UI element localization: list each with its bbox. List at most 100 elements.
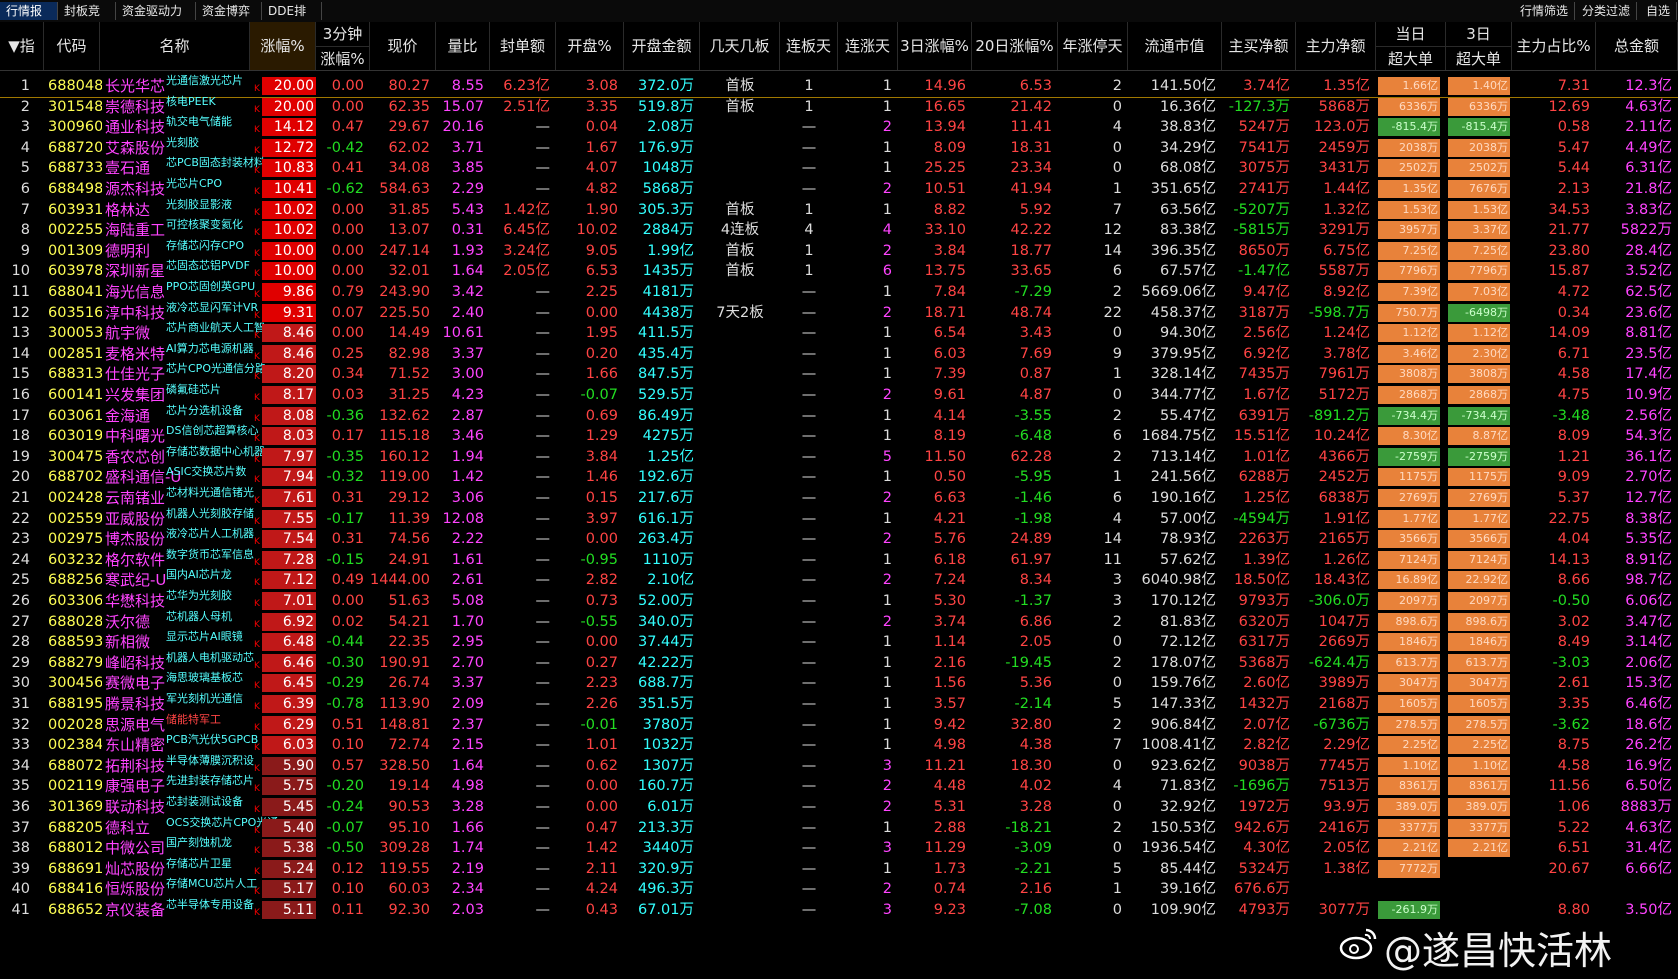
stock-code[interactable]: 603061	[48, 405, 102, 427]
stock-code[interactable]: 688691	[48, 858, 102, 880]
header-d20[interactable]: 20日涨幅%	[972, 22, 1058, 70]
table-row[interactable]: 19 300475 香农芯创 存储芯数据中心机器 K 7.97 -0.35 160.12 1.9…	[0, 445, 1678, 468]
tab-2[interactable]: 资金驱动力	[116, 2, 196, 20]
header-main[interactable]: 主力净额	[1296, 22, 1376, 70]
stock-code[interactable]: 603516	[48, 302, 102, 324]
stock-code[interactable]: 688593	[48, 631, 102, 653]
table-row[interactable]: 31 688195 腾景科技 军光刻机光通信 K 6.39 -0.78 113.90 2.09—…	[0, 692, 1678, 715]
cell-lbd: —	[801, 819, 817, 836]
table-row[interactable]: 29 688279 峰岹科技 机器人电机驱动芯 K 6.46 -0.30 190.91 2.70…	[0, 651, 1678, 674]
header-d3_bot[interactable]: 超大单	[1446, 46, 1512, 70]
header-seal[interactable]: 封单额	[490, 22, 556, 70]
stock-code[interactable]: 002384	[48, 734, 102, 756]
stock-code[interactable]: 688041	[48, 281, 102, 303]
stock-code[interactable]: 688702	[48, 466, 102, 488]
stock-code[interactable]: 300053	[48, 322, 102, 344]
stock-code[interactable]: 002559	[48, 508, 102, 530]
stock-code[interactable]: 603306	[48, 590, 102, 612]
stock-code[interactable]: 688279	[48, 652, 102, 674]
header-chg3_top[interactable]: 3分钟	[316, 22, 370, 46]
header-d3[interactable]: 3日涨幅%	[898, 22, 972, 70]
table-row[interactable]: 30 300456 赛微电子 海思玻璃基板芯 K 6.45 -0.29 26.74 3.37—2…	[0, 671, 1678, 694]
stock-code[interactable]: 300960	[48, 116, 102, 138]
stock-code[interactable]: 603931	[48, 199, 102, 221]
header-year[interactable]: 年涨停天	[1058, 22, 1128, 70]
header-board[interactable]: 几天几板	[700, 22, 780, 70]
stock-code[interactable]: 002851	[48, 343, 102, 365]
stock-code[interactable]: 688028	[48, 611, 102, 633]
table-row[interactable]: 1 688048 长光华芯 光通信激光芯片 K 20.00 0.00 80.27 8.55 6.2…	[0, 74, 1678, 98]
table-row[interactable]: 26 603306 华懋科技 芯华为光刻胶 K 7.01 0.00 51.63 5.08—0.7…	[0, 589, 1678, 612]
stock-code[interactable]: 301369	[48, 796, 102, 818]
stock-code[interactable]: 688498	[48, 178, 102, 200]
header-code[interactable]: 代码	[44, 22, 100, 70]
right-tab-0[interactable]: 行情筛选	[1514, 2, 1576, 20]
header-mcap[interactable]: 流通市值	[1128, 22, 1222, 70]
stock-code[interactable]: 002119	[48, 775, 102, 797]
header-name[interactable]: 名称	[100, 22, 250, 70]
header-chg3_bot[interactable]: 涨幅%	[316, 46, 370, 70]
stock-code[interactable]: 688313	[48, 363, 102, 385]
header-open[interactable]: 开盘%	[556, 22, 624, 70]
stock-code[interactable]: 688416	[48, 878, 102, 900]
stock-code[interactable]: 301548	[48, 96, 102, 118]
stock-code[interactable]: 002428	[48, 487, 102, 509]
table-row[interactable]: 2 301548 崇德科技 核电PEEK K 20.00 0.00 62.35 15.07 2.5…	[0, 95, 1678, 118]
tab-0[interactable]: 行情报价	[0, 2, 58, 36]
header-idx[interactable]: ▼指	[0, 22, 44, 70]
header-today_top[interactable]: 当日	[1376, 22, 1446, 46]
header-ratio[interactable]: 主力占比%	[1512, 22, 1596, 70]
stock-code[interactable]: 688733	[48, 157, 102, 179]
header-openamt[interactable]: 开盘金额	[624, 22, 700, 70]
table-row[interactable]: 24 603232 格尔软件 数字货币芯军信息 K 7.28 -0.15 24.91 1.61—…	[0, 548, 1678, 571]
stock-code[interactable]: 002028	[48, 714, 102, 736]
table-row[interactable]: 27 688028 沃尔德 芯机器人母机 K 6.92 0.02 54.21 1.70— -0.5…	[0, 610, 1678, 633]
stock-code[interactable]: 688256	[48, 569, 102, 591]
table-row[interactable]: 3 300960 通业科技 轨交电气储能 K 14.12 0.47 29.67 20.16—0.…	[0, 115, 1678, 138]
header-chg[interactable]: 涨幅%	[250, 22, 316, 70]
table-row[interactable]: 25 688256 寒武纪-U 国内AI芯片龙 K 7.12 0.49 1444.00 2.61…	[0, 568, 1678, 591]
table-row[interactable]: 37 688205 德科立 OCS交换芯片CPO光通 K 5.40 -0.07 95.10 1.…	[0, 816, 1678, 839]
table-row[interactable]: 7 603931 格林达 光刻胶显影液 K 10.02 0.00 31.85 5.43 1.42亿…	[0, 198, 1678, 221]
stock-code[interactable]: 688072	[48, 755, 102, 777]
header-lbd[interactable]: 连板天	[780, 22, 838, 70]
header-lzt[interactable]: 连涨天	[838, 22, 898, 70]
stock-code[interactable]: 688048	[48, 75, 102, 97]
stock-code[interactable]: 688652	[48, 899, 102, 921]
table-row[interactable]: 41 688652 京仪装备 芯半导体专用设备 K 5.11 0.11 92.30 2.03—0…	[0, 898, 1678, 921]
table-row[interactable]: 5 688733 壹石通 芯PCB固态封装材料 K 10.83 0.41 34.08 3.85—…	[0, 156, 1678, 179]
header-buy[interactable]: 主买净额	[1222, 22, 1296, 70]
stock-code[interactable]: 002255	[48, 219, 102, 241]
table-row[interactable]: 35 002119 康强电子 先进封装存储芯片 K 5.75 -0.20 19.14 4.98—…	[0, 774, 1678, 797]
stock-code[interactable]: 603232	[48, 549, 102, 571]
stock-code[interactable]: 300456	[48, 672, 102, 694]
cell-d20: 5.92	[1019, 201, 1052, 218]
stock-code[interactable]: 603978	[48, 260, 102, 282]
table-row[interactable]: 6 688498 源杰科技 光芯片CPO K 10.41 -0.62 584.63 2.29—4…	[0, 177, 1678, 200]
stock-code[interactable]: 603019	[48, 425, 102, 447]
stock-code[interactable]: 002975	[48, 528, 102, 550]
table-row[interactable]: 15 688313 仕佳光子 芯片CPO光通信分路 K 8.20 0.34 71.52 3.00…	[0, 362, 1678, 385]
header-total[interactable]: 总金额	[1596, 22, 1678, 70]
table-row[interactable]: 9 001309 德明利 存储芯闪存CPO K 10.00 0.00 247.14 1.93 3.…	[0, 239, 1678, 262]
tab-3[interactable]: 资金博弈	[196, 2, 262, 20]
header-today_bot[interactable]: 超大单	[1376, 46, 1446, 70]
stock-code[interactable]: 600141	[48, 384, 102, 406]
stock-code[interactable]: 300475	[48, 446, 102, 468]
tab-4[interactable]: DDE排名	[262, 2, 322, 36]
header-vr[interactable]: 量比	[436, 22, 490, 70]
stock-code[interactable]: 001309	[48, 240, 102, 262]
table-row[interactable]: 38 688012 中微公司 国产刻蚀机龙 K 5.38 -0.50 309.28 1.74—1…	[0, 836, 1678, 859]
stock-code[interactable]: 688195	[48, 693, 102, 715]
stock-code[interactable]: 688720	[48, 137, 102, 159]
table-row[interactable]: 16 600141 兴发集团 磷氟硅芯片 K 8.17 0.03 31.25 4.23— -0.0…	[0, 383, 1678, 406]
tab-1[interactable]: 封板竞价	[58, 2, 116, 36]
stock-code[interactable]: 688205	[48, 817, 102, 839]
bar-t1: 3377万	[1378, 818, 1440, 837]
header-d3_top[interactable]: 3日	[1446, 22, 1512, 46]
header-price[interactable]: 现价	[370, 22, 436, 70]
stock-code[interactable]: 688012	[48, 837, 102, 859]
right-tab-2[interactable]: 自选	[1640, 2, 1678, 20]
right-tab-1[interactable]: 分类过滤	[1576, 2, 1638, 20]
table-row[interactable]: 8 002255 海陆重工 可控核聚变氦化 K 10.02 0.00 13.07 0.31 6.4…	[0, 218, 1678, 241]
